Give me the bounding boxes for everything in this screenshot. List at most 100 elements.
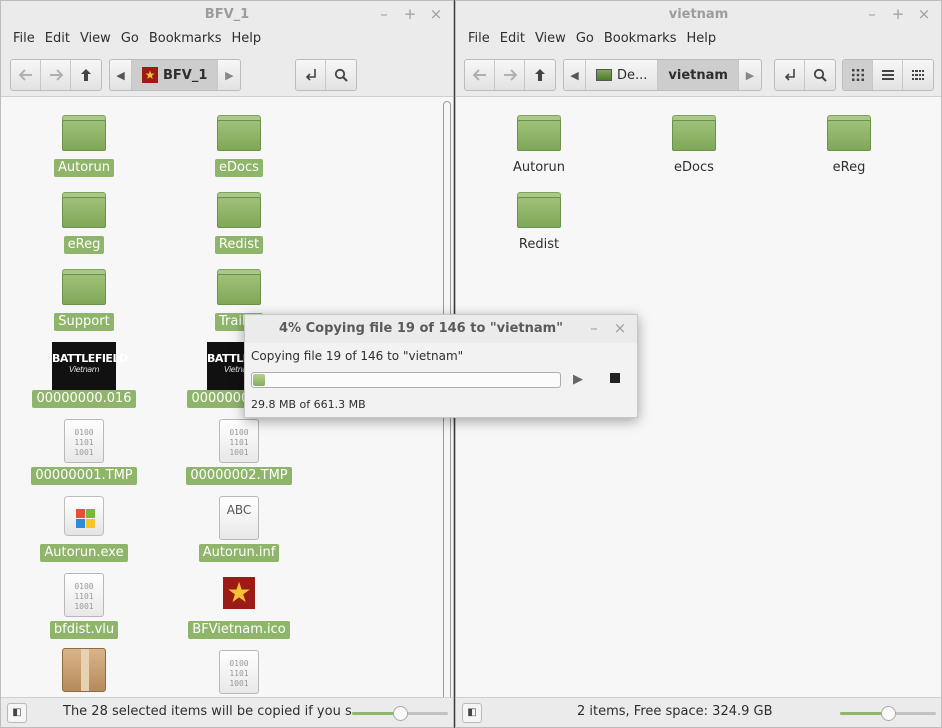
menu-view[interactable]: View: [530, 29, 571, 51]
view-buttons: [842, 59, 934, 91]
binary-file-icon: 0100 1101 1001: [215, 417, 263, 465]
minimize-icon[interactable]: –: [585, 319, 603, 337]
zoom-slider[interactable]: [840, 706, 936, 721]
menu-help[interactable]: Help: [681, 29, 721, 51]
windows-exe-icon: [60, 494, 108, 542]
breadcrumb-left-icon[interactable]: ◀: [110, 60, 132, 90]
zoom-slider[interactable]: [352, 706, 448, 721]
menu-edit[interactable]: Edit: [40, 29, 75, 51]
file-item[interactable]: [24, 648, 144, 697]
menu-file[interactable]: File: [8, 29, 40, 51]
sidebar-toggle-icon[interactable]: ◧: [7, 703, 27, 723]
file-item[interactable]: Redist: [479, 186, 599, 254]
file-item[interactable]: eReg: [24, 186, 144, 254]
folder-icon: [515, 109, 563, 157]
grid-icon[interactable]: [843, 60, 873, 90]
close-icon[interactable]: ×: [427, 5, 445, 23]
progress-fill: [253, 374, 266, 386]
location-icon[interactable]: [775, 60, 805, 90]
menu-file[interactable]: File: [463, 29, 495, 51]
folder-icon: [825, 109, 873, 157]
file-name: Autorun: [512, 160, 565, 175]
file-item[interactable]: eDocs: [179, 109, 299, 177]
arrow-left-icon[interactable]: [11, 60, 41, 90]
file-item[interactable]: ABC Autorun.inf: [179, 494, 299, 562]
maximize-icon[interactable]: +: [401, 5, 419, 23]
arrow-right-icon[interactable]: [495, 60, 525, 90]
minimize-icon[interactable]: –: [863, 5, 881, 23]
location-icon[interactable]: [296, 60, 326, 90]
arrow-left-icon[interactable]: [465, 60, 495, 90]
binary-file-icon: 0100 1101 1001: [215, 648, 263, 696]
folder-icon: [215, 263, 263, 311]
compact-icon[interactable]: [903, 60, 933, 90]
file-item[interactable]: Autorun.exe: [24, 494, 144, 562]
file-item[interactable]: Autorun: [24, 109, 144, 177]
binary-file-icon: 0100 1101 1001: [60, 417, 108, 465]
menubar: File Edit View Go Bookmarks Help: [1, 29, 453, 51]
stop-icon[interactable]: [610, 373, 620, 383]
dialog-titlebar[interactable]: 4% Copying file 19 of 146 to "vietnam" –…: [245, 315, 637, 343]
file-item[interactable]: BATTLEFIELD Vietnam 00000000.016: [24, 340, 144, 408]
breadcrumb-left-icon[interactable]: ◀: [564, 60, 586, 90]
nav-buttons: [10, 59, 102, 91]
nav-buttons: [464, 59, 556, 91]
search-icon[interactable]: [326, 60, 356, 90]
menu-view[interactable]: View: [75, 29, 116, 51]
close-icon[interactable]: ×: [915, 5, 933, 23]
folder-icon: [60, 186, 108, 234]
titlebar[interactable]: vietnam – + ×: [456, 1, 941, 29]
breadcrumb-right-icon[interactable]: ▶: [218, 60, 240, 90]
breadcrumb-item-active[interactable]: vietnam: [658, 60, 739, 90]
dialog-title: 4% Copying file 19 of 146 to "vietnam": [279, 321, 563, 336]
close-icon[interactable]: ×: [611, 319, 629, 337]
progress-bar: [251, 372, 561, 388]
folder-icon: [60, 263, 108, 311]
list-icon[interactable]: [873, 60, 903, 90]
file-name: Autorun.exe: [40, 544, 128, 562]
copy-progress-dialog: 4% Copying file 19 of 146 to "vietnam" –…: [244, 314, 638, 418]
minimize-icon[interactable]: –: [375, 5, 393, 23]
statusbar: ◧ The 28 selected items will be copied i…: [1, 697, 453, 727]
file-item[interactable]: ★ BFVietnam.ico: [179, 571, 299, 639]
breadcrumb-label: BFV_1: [163, 67, 208, 83]
maximize-icon[interactable]: +: [889, 5, 907, 23]
file-name: eReg: [63, 236, 105, 254]
breadcrumb-right-icon[interactable]: ▶: [739, 60, 761, 90]
file-item[interactable]: Autorun: [479, 109, 599, 177]
file-item[interactable]: eDocs: [634, 109, 754, 177]
menu-bookmarks[interactable]: Bookmarks: [144, 29, 227, 51]
menu-go[interactable]: Go: [571, 29, 599, 51]
bfv-icon: ★: [142, 67, 158, 83]
folder-icon: [60, 109, 108, 157]
file-item[interactable]: 0100 1101 1001 bfdist.vlu: [24, 571, 144, 639]
file-name: Redist: [214, 236, 264, 254]
file-item[interactable]: Redist: [179, 186, 299, 254]
zoom-knob[interactable]: [881, 706, 896, 721]
folder-icon: [515, 186, 563, 234]
play-icon[interactable]: ▶: [573, 372, 587, 387]
arrow-up-icon[interactable]: [525, 60, 555, 90]
file-item[interactable]: 0100 1101 1001: [179, 648, 299, 697]
package-icon: [60, 648, 108, 696]
menu-help[interactable]: Help: [226, 29, 266, 51]
file-item[interactable]: 0100 1101 1001 00000001.TMP: [24, 417, 144, 485]
binary-file-icon: 0100 1101 1001: [60, 571, 108, 619]
zoom-knob[interactable]: [393, 706, 408, 721]
drive-icon: [596, 69, 612, 81]
menu-go[interactable]: Go: [116, 29, 144, 51]
search-icon[interactable]: [805, 60, 835, 90]
toolbar: ◀ ★ BFV_1 ▶: [1, 51, 453, 97]
titlebar[interactable]: BFV_1 – + ×: [1, 1, 453, 29]
file-item[interactable]: Support: [24, 263, 144, 331]
breadcrumb-item[interactable]: De...: [586, 60, 659, 90]
file-name: eDocs: [674, 160, 714, 175]
breadcrumb-item[interactable]: ★ BFV_1: [132, 60, 219, 90]
arrow-right-icon[interactable]: [41, 60, 71, 90]
menu-edit[interactable]: Edit: [495, 29, 530, 51]
menu-bookmarks[interactable]: Bookmarks: [599, 29, 682, 51]
arrow-up-icon[interactable]: [71, 60, 101, 90]
sidebar-toggle-icon[interactable]: ◧: [462, 703, 482, 723]
file-item[interactable]: eReg: [789, 109, 909, 177]
file-item[interactable]: 0100 1101 1001 00000002.TMP: [179, 417, 299, 485]
